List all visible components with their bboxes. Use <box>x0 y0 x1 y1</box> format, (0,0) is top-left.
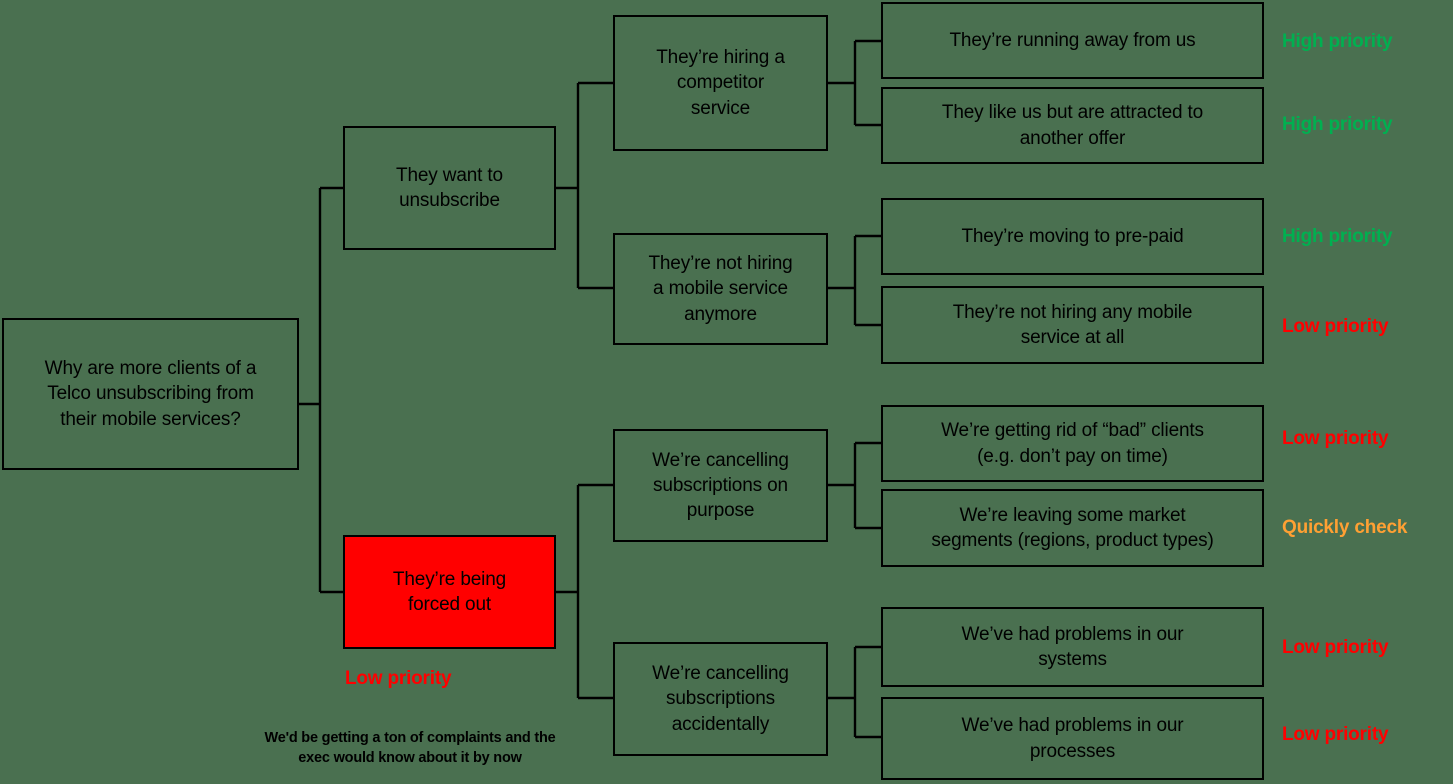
level2-node-label: They want to unsubscribe <box>396 164 503 211</box>
root-node[interactable]: Why are more clients of a Telco unsubscr… <box>2 318 299 470</box>
level2-node-want-to-unsubscribe[interactable]: They want to unsubscribe <box>343 126 556 250</box>
leaf-node-label: They’re running away from us <box>949 29 1196 51</box>
leaf-node-getting-rid-bad-clients[interactable]: We’re getting rid of “bad” clients (e.g.… <box>881 405 1264 482</box>
level3-node-cancelling-on-purpose[interactable]: We’re cancelling subscriptions on purpos… <box>613 429 828 542</box>
leaf-node-label: We’ve had problems in our systems <box>961 623 1184 670</box>
leaf-priority-tag: Low priority <box>1282 724 1389 745</box>
leaf-priority-tag: Quickly check <box>1282 517 1408 538</box>
leaf-node-attracted-another-offer[interactable]: They like us but are attracted to anothe… <box>881 87 1264 164</box>
leaf-node-moving-to-prepaid[interactable]: They’re moving to pre-paid <box>881 198 1264 275</box>
leaf-node-problems-in-systems[interactable]: We’ve had problems in our systems <box>881 607 1264 687</box>
leaf-node-leaving-market-segments[interactable]: We’re leaving some market segments (regi… <box>881 489 1264 567</box>
root-node-label: Why are more clients of a Telco unsubscr… <box>44 358 257 430</box>
leaf-priority-tag: Low priority <box>1282 316 1389 337</box>
leaf-node-label: They’re moving to pre-paid <box>961 225 1184 247</box>
leaf-node-label: We’re leaving some market segments (regi… <box>931 504 1214 551</box>
level3-node-label: We’re cancelling subscriptions accidenta… <box>652 663 789 735</box>
level3-node-label: They’re not hiring a mobile service anym… <box>648 253 793 325</box>
level3-node-label: We’re cancelling subscriptions on purpos… <box>652 449 789 522</box>
footnote-note: We'd be getting a ton of complaints and … <box>264 730 556 766</box>
leaf-node-problems-in-processes[interactable]: We’ve had problems in our processes <box>881 697 1264 780</box>
leaf-priority-tag: Low priority <box>1282 637 1389 658</box>
issue-tree-diagram: Why are more clients of a Telco unsubscr… <box>0 0 1453 784</box>
level2-node-being-forced-out[interactable]: They’re being forced out <box>343 535 556 649</box>
level3-node-label: They’re hiring a competitor service <box>656 47 785 119</box>
leaf-node-label: They like us but are attracted to anothe… <box>941 102 1204 149</box>
leaf-node-running-away[interactable]: They’re running away from us <box>881 2 1264 79</box>
leaf-node-label: They’re not hiring any mobile service at… <box>952 301 1193 348</box>
level3-node-hiring-competitor[interactable]: They’re hiring a competitor service <box>613 15 828 151</box>
level3-node-cancelling-accidentally[interactable]: We’re cancelling subscriptions accidenta… <box>613 642 828 756</box>
level2-node-label: They’re being forced out <box>392 568 507 615</box>
level3-node-not-hiring-mobile[interactable]: They’re not hiring a mobile service anym… <box>613 233 828 345</box>
leaf-priority-tag: Low priority <box>1282 428 1389 449</box>
leaf-priority-tag: High priority <box>1282 114 1393 135</box>
leaf-priority-tag: High priority <box>1282 31 1393 52</box>
leaf-node-not-hiring-any-mobile[interactable]: They’re not hiring any mobile service at… <box>881 286 1264 364</box>
leaf-node-label: We’ve had problems in our processes <box>961 715 1184 762</box>
level2-priority-tag-forced-out: Low priority <box>345 668 452 689</box>
leaf-priority-tag: High priority <box>1282 226 1393 247</box>
leaf-node-label: We’re getting rid of “bad” clients (e.g.… <box>941 420 1204 467</box>
